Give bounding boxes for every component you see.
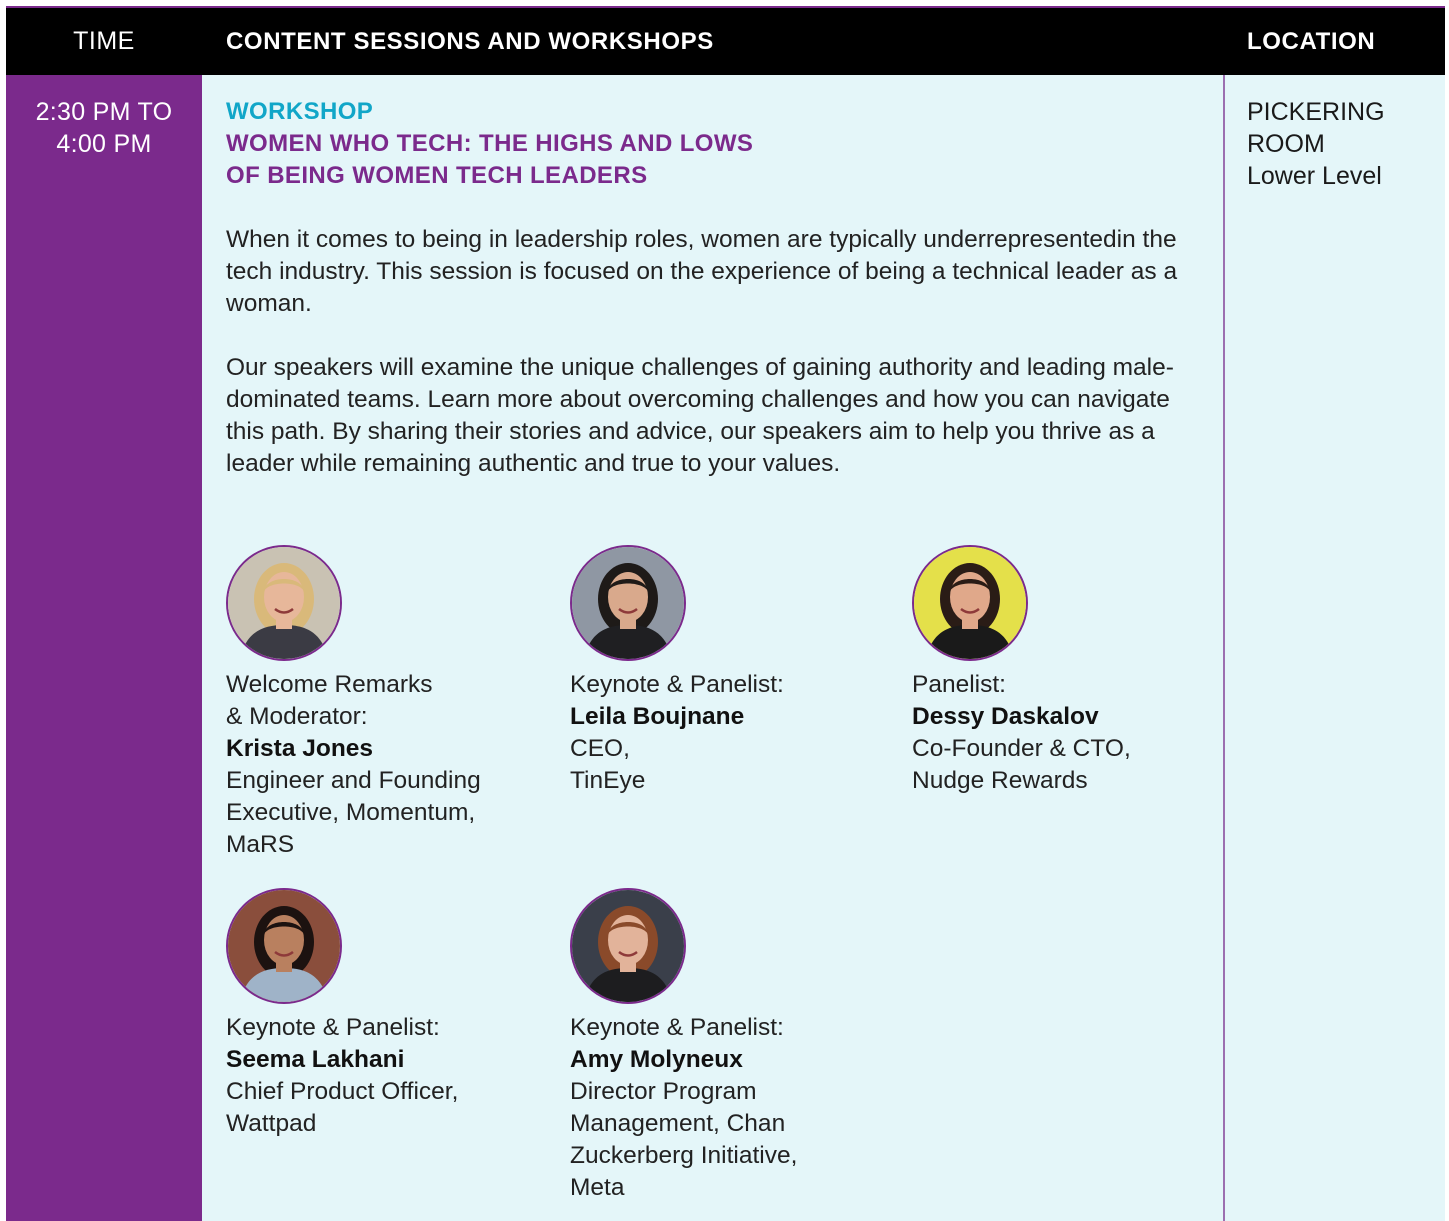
speaker-title: Nudge Rewards bbox=[912, 767, 1088, 794]
location-column: PICKERING ROOM Lower Level bbox=[1225, 75, 1445, 1221]
speaker-name: Krista Jones bbox=[226, 735, 374, 762]
session-time: 2:30 PM TO 4:00 PM bbox=[6, 96, 202, 160]
speaker-title: Zuckerberg Initiative, bbox=[570, 1142, 798, 1169]
session-column: WORKSHOP WOMEN WHO TECH: THE HIGHS AND L… bbox=[202, 75, 1225, 1221]
speaker-grid: Welcome Remarks & Moderator: Krista Jones E… bbox=[226, 545, 1186, 1205]
time-start: 2:30 PM TO bbox=[35, 98, 173, 126]
session-location: PICKERING ROOM Lower Level bbox=[1247, 96, 1385, 192]
session-title-line: WOMEN WHO TECH: THE HIGHS AND LOWS bbox=[226, 130, 754, 157]
session-description-paragraph: When it comes to being in leadership rol… bbox=[226, 226, 1178, 317]
speaker-title: Management, Chan bbox=[570, 1110, 786, 1137]
table-header: TIME CONTENT SESSIONS AND WORKSHOPS LOCA… bbox=[6, 8, 1445, 75]
speaker-info: Welcome Remarks & Moderator: Krista Jones E… bbox=[226, 669, 546, 861]
location-level: Lower Level bbox=[1247, 162, 1382, 190]
speaker-role: & Moderator: bbox=[226, 703, 368, 730]
speaker-name: Dessy Daskalov bbox=[912, 703, 1099, 730]
agenda-table: TIME CONTENT SESSIONS AND WORKSHOPS LOCA… bbox=[6, 6, 1445, 1221]
speaker-role: Keynote & Panelist: bbox=[226, 1014, 440, 1041]
speaker-photo bbox=[226, 888, 342, 1004]
speaker-title: Co-Founder & CTO, bbox=[912, 735, 1131, 762]
header-location: LOCATION bbox=[1247, 27, 1376, 55]
speaker-role: Welcome Remarks bbox=[226, 671, 433, 698]
speaker-role: Keynote & Panelist: bbox=[570, 1014, 784, 1041]
speaker-info: Keynote & Panelist: Leila Boujnane CEO, Tin… bbox=[570, 669, 890, 797]
speaker-title: MaRS bbox=[226, 831, 295, 858]
location-room: ROOM bbox=[1247, 130, 1325, 158]
session-description-paragraph: Our speakers will examine the unique cha… bbox=[226, 354, 1174, 477]
speaker-title: CEO, bbox=[570, 735, 630, 762]
speaker-photo bbox=[912, 545, 1028, 661]
speaker-card: Keynote & Panelist: Seema Lakhani Chief Pr… bbox=[226, 888, 546, 1140]
speaker-card: Panelist: Dessy Daskalov Co-Founder & CTO,… bbox=[912, 545, 1232, 797]
speaker-title: Meta bbox=[570, 1174, 625, 1201]
speaker-info: Panelist: Dessy Daskalov Co-Founder & CTO,… bbox=[912, 669, 1232, 797]
speaker-name: Amy Molyneux bbox=[570, 1046, 743, 1073]
speaker-title: TinEye bbox=[570, 767, 646, 794]
speaker-name: Seema Lakhani bbox=[226, 1046, 405, 1073]
location-room: PICKERING bbox=[1247, 98, 1385, 126]
time-end: 4:00 PM bbox=[56, 130, 152, 158]
speaker-photo bbox=[570, 888, 686, 1004]
session-kicker: WORKSHOP bbox=[226, 98, 374, 125]
speaker-info: Keynote & Panelist: Amy Molyneux Director … bbox=[570, 1012, 890, 1204]
speaker-title: Engineer and Founding bbox=[226, 767, 481, 794]
session-content: WORKSHOP WOMEN WHO TECH: THE HIGHS AND L… bbox=[226, 96, 1186, 480]
speaker-title: Executive, Momentum, bbox=[226, 799, 476, 826]
session-title: WOMEN WHO TECH: THE HIGHS AND LOWS OF BE… bbox=[226, 128, 1186, 192]
time-column: 2:30 PM TO 4:00 PM bbox=[6, 75, 202, 1221]
speaker-title: Director Program bbox=[570, 1078, 757, 1105]
speaker-card: Welcome Remarks & Moderator: Krista Jones E… bbox=[226, 545, 546, 861]
speaker-role: Panelist: bbox=[912, 671, 1006, 698]
speaker-name: Leila Boujnane bbox=[570, 703, 745, 730]
session-title-line: OF BEING WOMEN TECH LEADERS bbox=[226, 162, 648, 189]
speaker-photo bbox=[570, 545, 686, 661]
speaker-photo bbox=[226, 545, 342, 661]
speaker-card: Keynote & Panelist: Leila Boujnane CEO, Tin… bbox=[570, 545, 890, 797]
header-sessions: CONTENT SESSIONS AND WORKSHOPS bbox=[226, 27, 714, 55]
speaker-card: Keynote & Panelist: Amy Molyneux Director … bbox=[570, 888, 890, 1204]
header-time: TIME bbox=[73, 27, 135, 55]
speaker-title: Wattpad bbox=[226, 1110, 317, 1137]
speaker-info: Keynote & Panelist: Seema Lakhani Chief Pr… bbox=[226, 1012, 546, 1140]
speaker-title: Chief Product Officer, bbox=[226, 1078, 459, 1105]
speaker-role: Keynote & Panelist: bbox=[570, 671, 784, 698]
